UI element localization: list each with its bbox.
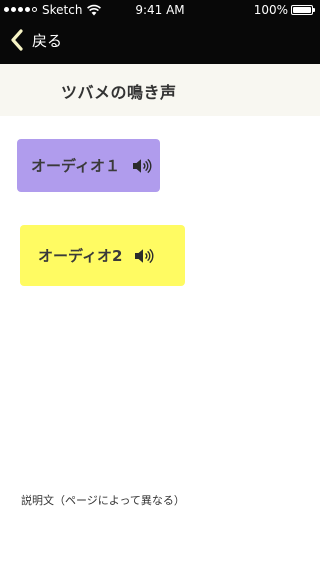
chevron-left-icon: [11, 29, 23, 51]
audio-1-label: オーディオ１: [31, 157, 120, 175]
back-label: 戻る: [32, 31, 63, 50]
battery-icon: [291, 5, 315, 15]
top-bar: Sketch 9:41 AM 100% 戻る: [0, 0, 320, 64]
audio-1-button[interactable]: オーディオ１: [17, 139, 160, 192]
title-band: ツバメの鳴き声: [0, 64, 320, 116]
page-title: ツバメの鳴き声: [61, 83, 177, 102]
audio-2-button[interactable]: オーディオ2: [20, 225, 185, 286]
description-text: 説明文（ページによって異なる）: [21, 494, 185, 507]
status-bar: Sketch 9:41 AM 100%: [0, 0, 320, 20]
back-button[interactable]: 戻る: [10, 27, 62, 53]
battery-percent: 100%: [253, 3, 288, 17]
speaker-icon: [135, 248, 154, 263]
audio-2-label: オーディオ2: [38, 247, 123, 265]
speaker-icon: [132, 158, 152, 173]
